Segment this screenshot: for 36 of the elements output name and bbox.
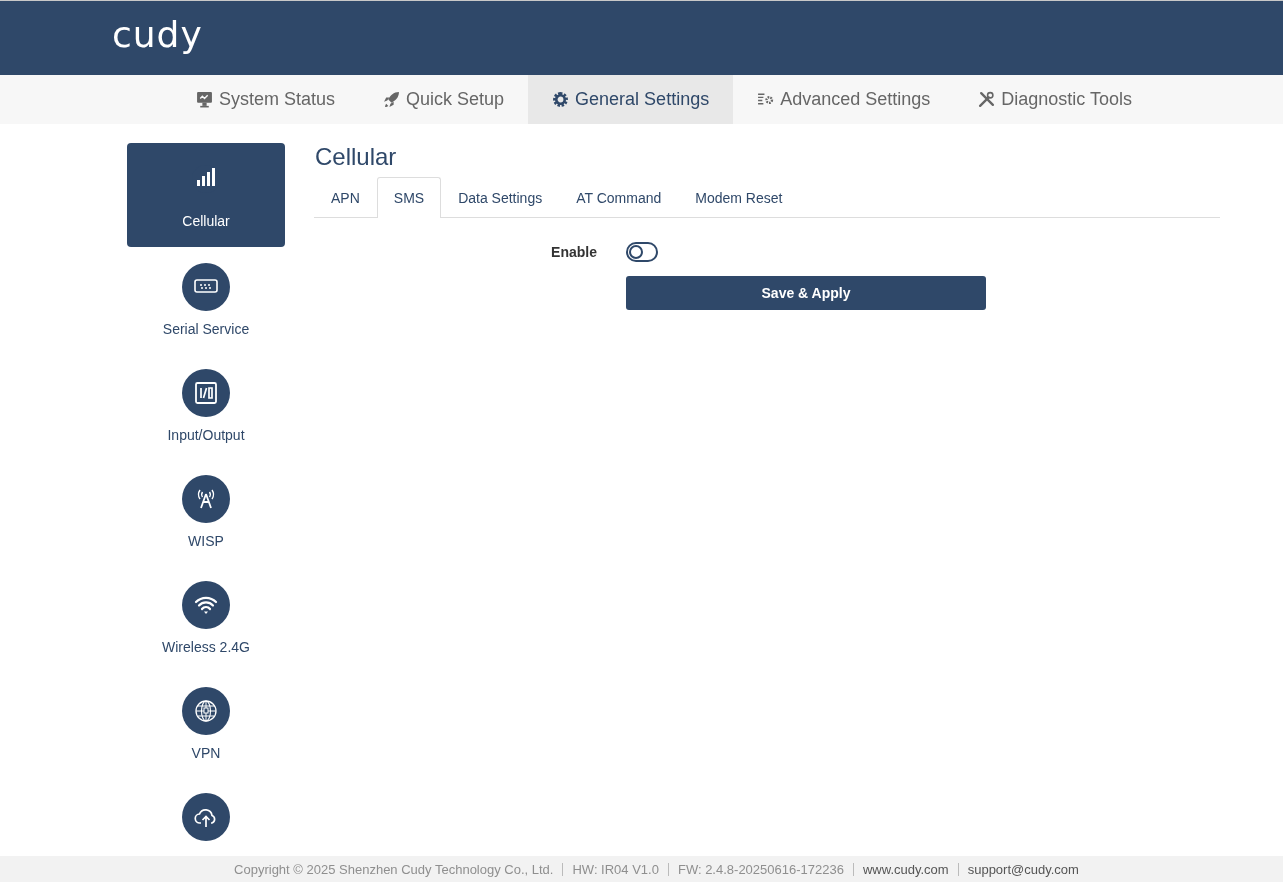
sidebar-item[interactable]: Cellular xyxy=(127,143,285,247)
sidebar-item[interactable]: VPN xyxy=(127,673,285,779)
tools-icon xyxy=(978,91,996,108)
tab[interactable]: SMS xyxy=(376,177,442,218)
field-label: Enable xyxy=(550,244,597,260)
sidebar-item[interactable]: WISP xyxy=(127,461,285,567)
footer-link[interactable]: support@cudy.com xyxy=(967,861,1079,877)
rocket-icon xyxy=(383,91,400,108)
sidebar-item[interactable]: Wireless 2.4G xyxy=(127,567,285,673)
tab[interactable]: Modem Reset xyxy=(678,177,800,218)
globe-icon xyxy=(182,687,230,735)
toggle-switch[interactable] xyxy=(626,242,658,262)
sidebar-item[interactable]: Serial Service xyxy=(127,249,285,355)
serial-port-icon xyxy=(182,263,230,311)
antenna-icon xyxy=(182,475,230,523)
tab[interactable]: AT Command xyxy=(559,177,679,218)
footer-text: HW: IR04 V1.0 xyxy=(572,861,659,877)
logo: cudy xyxy=(112,17,203,57)
sidebar-item[interactable]: Input/Output xyxy=(127,355,285,461)
tab[interactable]: Data Settings xyxy=(441,177,560,218)
nav-tab[interactable]: Diagnostic Tools xyxy=(954,75,1156,124)
footer-link[interactable]: www.cudy.com xyxy=(862,861,949,877)
tab[interactable]: APN xyxy=(314,177,377,218)
nav-tab[interactable]: System Status xyxy=(171,75,359,124)
save-button[interactable]: Save & Apply xyxy=(626,276,986,310)
nav-tab[interactable]: General Settings xyxy=(528,75,734,124)
cloud-upload-icon xyxy=(182,793,230,841)
wifi-icon xyxy=(182,581,230,629)
gear-icon xyxy=(552,91,570,108)
footer-text: FW: 2.4.8-20250616-172236 xyxy=(677,861,844,877)
nav-tab[interactable]: Quick Setup xyxy=(359,75,529,124)
nav-tab[interactable]: Advanced Settings xyxy=(733,75,955,124)
page-title: Cellular xyxy=(315,143,398,171)
monitor-icon xyxy=(195,91,213,108)
footer-text: Copyright © 2025 Shenzhen Cudy Technology Co., Ltd. xyxy=(234,861,554,877)
io-icon xyxy=(182,369,230,417)
